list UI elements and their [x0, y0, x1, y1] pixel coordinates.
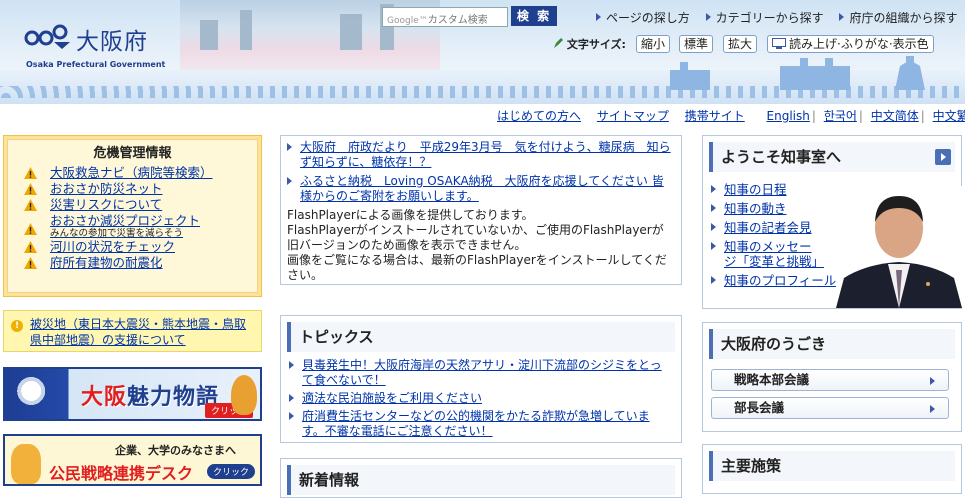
site-header: 大阪府 Osaka Prefectural Government Google™… — [0, 0, 965, 104]
info-dot-icon: ! — [11, 320, 23, 332]
arrow-icon — [839, 13, 845, 21]
crisis-link-gensai-project[interactable]: おおさか減災プロジェクト みんなの参加で災害を減らそう — [22, 213, 257, 239]
warning-icon — [24, 183, 37, 195]
topics-title: トピックス — [287, 322, 675, 352]
public-private-desk-banner[interactable]: 企業、大学のみなさまへ 公民戦略連携デスク クリック — [3, 434, 262, 486]
arrow-icon — [711, 204, 716, 212]
crisis-link-disaster-risk[interactable]: 災害リスクについて — [22, 197, 257, 213]
link-chinese-simplified[interactable]: 中文简体 — [871, 109, 919, 123]
osaka-emblem-icon — [24, 24, 70, 49]
director-meeting-button[interactable]: 部長会議 — [711, 397, 949, 419]
arrow-icon — [596, 13, 601, 21]
disaster-support-box: ! 被災地（東日本大震災・熊本地震・鳥取県中部地震）の支援について — [3, 310, 262, 352]
warning-icon — [24, 241, 37, 253]
governor-arrow-button[interactable] — [935, 149, 951, 165]
topic-link-fraud-warning[interactable]: 府消費生活センターなどの公的機関をかたる詐欺が急増しています。不審な電話にご注意… — [289, 409, 671, 439]
major-policies-panel: 主要施策 — [702, 444, 962, 494]
topics-panel: トピックス 貝毒発生中！大阪府海岸の天然アサリ・淀川下流部のシジミをとって食べな… — [280, 315, 682, 443]
skyline-illustration — [670, 56, 925, 90]
governor-title: ようこそ知事室へ — [709, 142, 955, 172]
news-box: 大阪府 府政だより 平成29年3月号 気を付けよう、糖尿病 知らず知らずに、糖依… — [280, 135, 682, 285]
font-size-label: 文字サイズ: — [553, 36, 626, 52]
banner-subtitle: 企業、大学のみなさまへ — [115, 444, 236, 457]
governor-portrait — [836, 186, 962, 308]
character-illustration — [231, 375, 257, 415]
link-chinese-traditional[interactable]: 中文繁體 — [933, 109, 965, 123]
warning-icon — [24, 199, 37, 211]
link-mobile-site[interactable]: 携帯サイト — [685, 109, 745, 123]
arrow-icon — [289, 361, 294, 369]
arrow-icon — [711, 185, 716, 193]
strategy-hq-meeting-button[interactable]: 戦略本部会議 — [711, 369, 949, 391]
crisis-list: 大阪救急ナビ（病院等検索） おおさか防災ネット 災害リスクについて おおさか減災… — [22, 165, 257, 271]
governor-link-message[interactable]: 知事のメッセージ「変革と挑戦」 — [711, 239, 824, 269]
arrow-icon — [711, 276, 716, 284]
crisis-sub-text: みんなの参加で災害を減らそう — [50, 228, 184, 239]
banner-title: 大阪魅力物語 — [81, 385, 220, 410]
arrow-icon — [287, 143, 292, 151]
crisis-management-box: 危機管理情報 大阪救急ナビ（病院等検索） おおさか防災ネット 災害リスクについて… — [3, 135, 262, 297]
disaster-support-link[interactable]: 被災地（東日本大震災・熊本地震・鳥取県中部地震）の支援について — [30, 317, 246, 347]
link-by-organization[interactable]: 府庁の組織から探す — [839, 11, 957, 25]
utility-nav: はじめての方へ サイトマップ 携帯サイト English | 한국어 | 中文简体 |… — [497, 107, 965, 124]
link-by-category[interactable]: カテゴリーから探す — [705, 11, 824, 25]
warning-icon — [24, 257, 37, 269]
link-sitemap[interactable]: サイトマップ — [597, 109, 669, 123]
google-brand: Google™ — [387, 16, 428, 26]
link-korean[interactable]: 한국어 — [824, 109, 857, 123]
read-aloud-button[interactable]: 読み上げ·ふりがな·表示色 — [767, 35, 934, 53]
arrow-icon — [289, 394, 294, 402]
monitor-icon — [772, 38, 786, 49]
arrow-icon — [711, 223, 716, 231]
crisis-link-emergency-navi[interactable]: 大阪救急ナビ（病院等検索） — [22, 165, 257, 181]
topics-list: 貝毒発生中！大阪府海岸の天然アサリ・淀川下流部のシジミをとって食べないで！ 適法… — [289, 358, 671, 439]
arrow-icon — [930, 377, 935, 385]
arrow-icon — [705, 13, 711, 21]
arrow-icon — [289, 412, 294, 420]
osaka-logo[interactable]: 大阪府 Osaka Prefectural Government — [24, 22, 174, 74]
link-how-to-find[interactable]: ページの探し方 — [596, 11, 690, 25]
font-large-button[interactable]: 拡大 — [723, 35, 758, 53]
logo-text-jp: 大阪府 — [76, 29, 148, 55]
new-info-panel: 新着情報 — [280, 458, 682, 498]
warning-icon — [24, 223, 37, 235]
arrow-icon — [930, 405, 935, 413]
top-links: ページの探し方 カテゴリーから探す 府庁の組織から探す — [596, 9, 965, 26]
warning-icon — [24, 167, 37, 179]
flash-notice: FlashPlayerによる画像を提供しております。 FlashPlayerがイ… — [287, 208, 667, 282]
osaka-movements-title: 大阪府のうごき — [709, 329, 955, 359]
banner-title: 公民戦略連携デスク — [49, 464, 194, 483]
topic-link-minpaku[interactable]: 適法な民泊施設をご利用ください — [289, 391, 671, 406]
search-input[interactable]: Google™カスタム検索 — [382, 7, 508, 27]
header-wave — [0, 86, 965, 98]
mascot-illustration — [15, 375, 69, 415]
news-link-furusato-nouzei[interactable]: ふるさと納税 Loving OSAKA納税 大阪府を応援してください 皆様からの… — [287, 174, 675, 204]
crisis-link-bousai-net[interactable]: おおさか防災ネット — [22, 181, 257, 197]
link-english[interactable]: English — [767, 109, 810, 123]
link-first-visit[interactable]: はじめての方へ — [497, 109, 581, 123]
font-small-button[interactable]: 縮小 — [636, 35, 671, 53]
major-policies-title: 主要施策 — [709, 451, 955, 481]
crisis-link-river-check[interactable]: 河川の状況をチェック — [22, 239, 257, 255]
osaka-miryoku-banner[interactable]: 大阪魅力物語 クリック — [3, 367, 262, 421]
topic-link-shellfish[interactable]: 貝毒発生中！大阪府海岸の天然アサリ・淀川下流部のシジミをとって食べないで！ — [289, 358, 671, 388]
arrow-icon — [287, 177, 292, 185]
osaka-movements-panel: 大阪府のうごき 戦略本部会議 部長会議 — [702, 322, 962, 432]
crisis-link-earthquake-proof[interactable]: 府所有建物の耐震化 — [22, 255, 257, 271]
logo-text-en: Osaka Prefectural Government — [26, 60, 166, 69]
arrow-icon — [711, 242, 716, 250]
search-placeholder: カスタム検索 — [427, 15, 488, 26]
news-link-fusei-dayori[interactable]: 大阪府 府政だより 平成29年3月号 気を付けよう、糖尿病 知らず知らずに、糖依… — [287, 140, 675, 170]
banner-click-badge: クリック — [207, 464, 256, 479]
font-normal-button[interactable]: 標準 — [679, 35, 714, 53]
pencil-icon — [554, 38, 563, 48]
character-illustration — [11, 444, 41, 484]
search-button[interactable]: 検 索 — [511, 6, 557, 26]
crisis-title: 危機管理情報 — [93, 146, 172, 161]
